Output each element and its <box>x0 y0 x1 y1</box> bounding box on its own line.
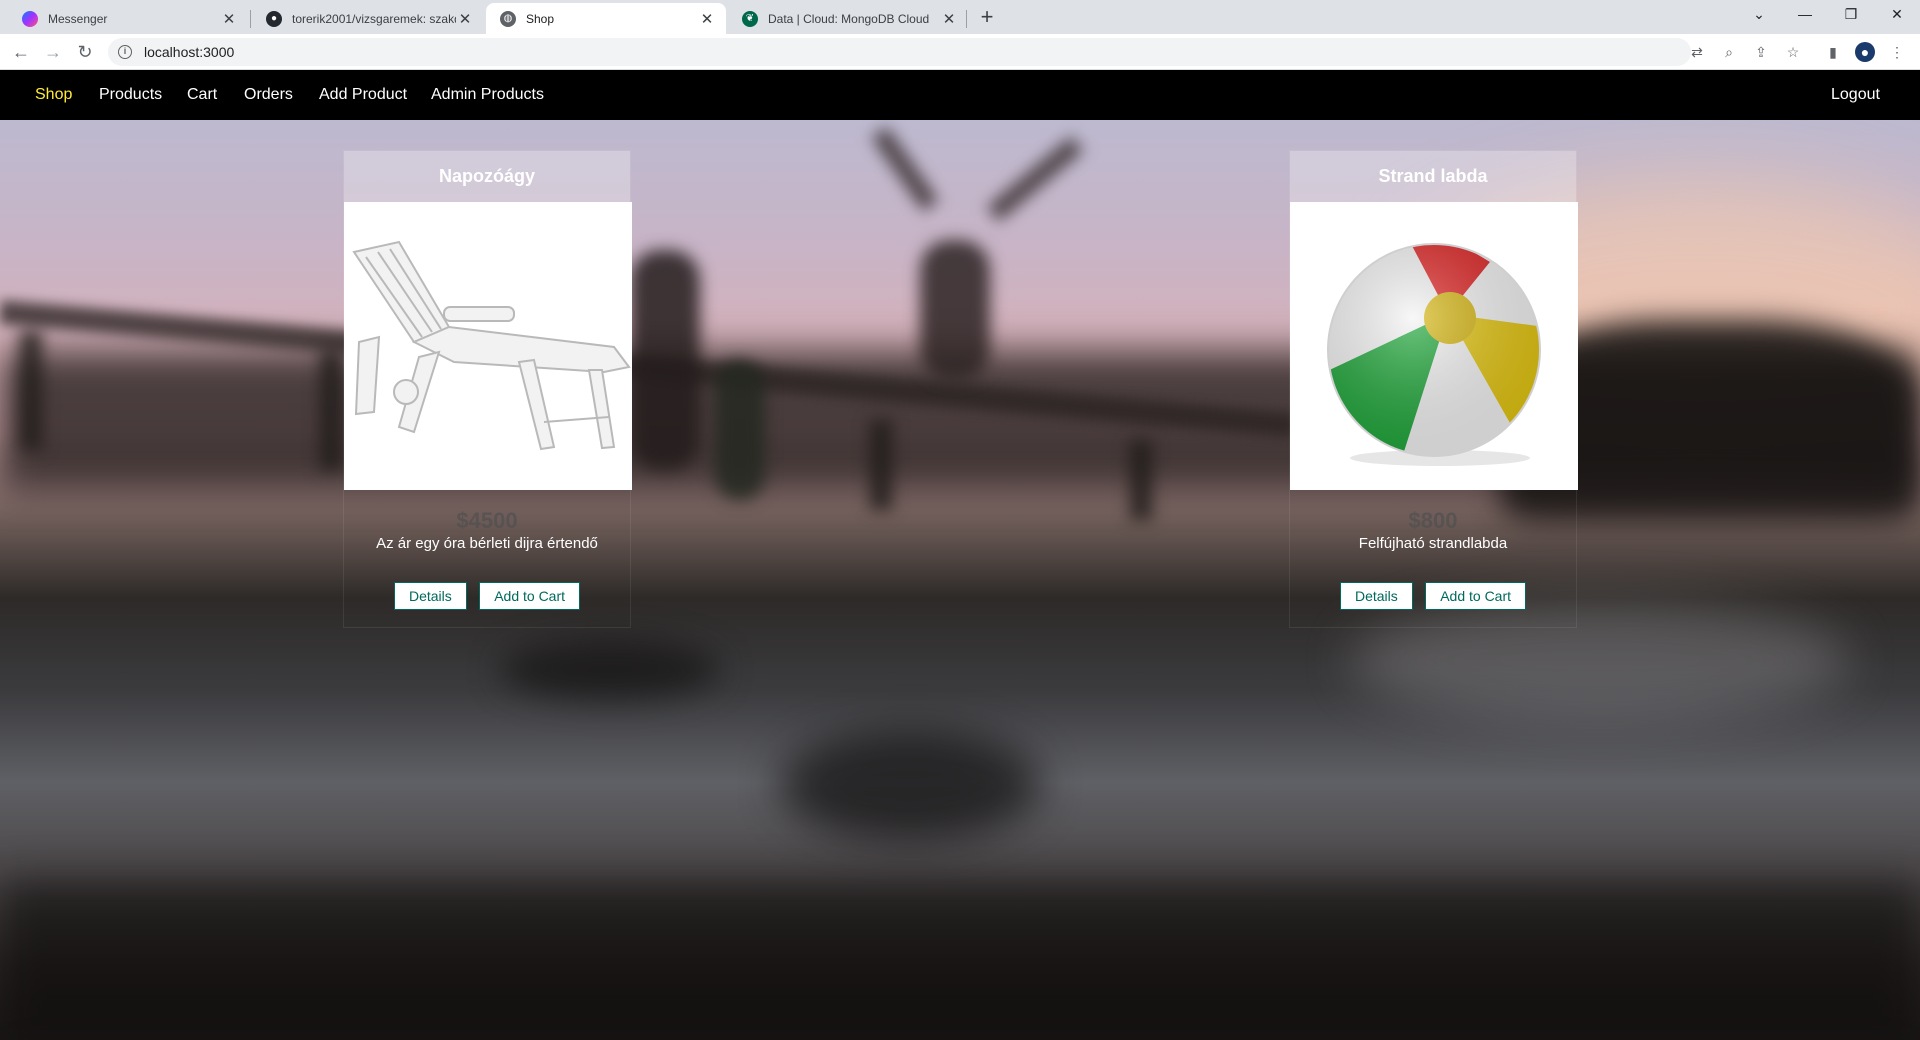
logout-link[interactable]: Logout <box>1831 70 1880 120</box>
new-tab-button[interactable]: + <box>975 6 999 30</box>
close-window-button[interactable]: ✕ <box>1874 0 1920 30</box>
browser-tab-mongodb[interactable]: ❦ Data | Cloud: MongoDB Cloud ✕ <box>728 3 968 34</box>
mongodb-icon: ❦ <box>742 10 758 27</box>
add-to-cart-button[interactable]: Add to Cart <box>479 582 581 610</box>
zoom-icon[interactable]: ⌕ <box>1719 42 1739 62</box>
share-icon[interactable]: ⇪ <box>1751 42 1771 62</box>
product-price: $4500 <box>456 508 518 533</box>
tab-divider <box>966 10 967 28</box>
side-panel-icon[interactable]: ▮ <box>1823 42 1843 62</box>
browser-tab-strip: Messenger ✕ ● torerik2001/vizsgaremek: s… <box>0 0 1920 34</box>
sun-lounger-image <box>344 202 632 490</box>
minimize-button[interactable]: — <box>1782 0 1828 30</box>
close-icon[interactable]: ✕ <box>698 10 716 28</box>
nav-admin-products[interactable]: Admin Products <box>431 70 544 120</box>
translate-icon[interactable]: ⇄ <box>1687 42 1707 62</box>
github-icon: ● <box>266 10 282 27</box>
product-price: $800 <box>1408 508 1458 533</box>
product-actions: Details Add to Cart <box>344 582 630 610</box>
site-navbar: Shop Products Cart Orders Add Product Ad… <box>0 70 1920 120</box>
back-icon[interactable]: ← <box>8 39 34 65</box>
messenger-icon <box>22 10 38 27</box>
tab-title: Data | Cloud: MongoDB Cloud <box>768 11 930 26</box>
site-info-icon[interactable]: i <box>118 45 132 59</box>
tab-title: Shop <box>526 11 555 26</box>
forward-icon[interactable]: → <box>40 39 66 65</box>
browser-tab-messenger[interactable]: Messenger ✕ <box>8 3 248 34</box>
url-text: localhost:3000 <box>144 44 235 60</box>
close-icon[interactable]: ✕ <box>456 10 474 28</box>
browser-toolbar: ← → ↻ i localhost:3000 ⇄ ⌕ ⇪ ☆ ▮ ● ⋮ <box>0 34 1920 70</box>
details-button[interactable]: Details <box>1339 582 1413 610</box>
menu-kebab-icon[interactable]: ⋮ <box>1887 42 1907 62</box>
close-icon[interactable]: ✕ <box>220 10 238 28</box>
globe-icon: ◍ <box>500 10 516 27</box>
tab-title: torerik2001/vizsgaremek: szakdo <box>292 11 456 26</box>
product-title: Napozóágy <box>344 151 630 202</box>
add-to-cart-button[interactable]: Add to Cart <box>1425 582 1527 610</box>
bookmark-star-icon[interactable]: ☆ <box>1783 42 1803 62</box>
background-photo <box>0 120 1920 1040</box>
product-card: Strand labda $800 Felfújható strandlabda… <box>1289 150 1578 628</box>
nav-shop[interactable]: Shop <box>35 70 72 120</box>
product-description: Felfújható strandlabda <box>1358 535 1508 552</box>
product-card: Napozóágy $4500 Az ár egy óra bérleti di… <box>343 150 632 628</box>
reload-icon[interactable]: ↻ <box>72 39 98 65</box>
close-icon[interactable]: ✕ <box>940 10 958 28</box>
product-actions: Details Add to Cart <box>1290 582 1576 610</box>
browser-tab-shop[interactable]: ◍ Shop ✕ <box>486 3 726 34</box>
details-button[interactable]: Details <box>393 582 467 610</box>
nav-cart[interactable]: Cart <box>187 70 217 120</box>
tab-divider <box>250 10 251 28</box>
nav-add-product[interactable]: Add Product <box>319 70 407 120</box>
browser-tab-github[interactable]: ● torerik2001/vizsgaremek: szakdo ✕ <box>252 3 484 34</box>
tab-search-icon[interactable]: ⌄ <box>1736 0 1782 30</box>
restore-button[interactable]: ❐ <box>1828 0 1874 30</box>
tab-title: Messenger <box>48 11 108 26</box>
nav-products[interactable]: Products <box>99 70 162 120</box>
beach-ball-image <box>1290 202 1578 490</box>
product-description: Az ár egy óra bérleti dijra értendő <box>376 535 598 552</box>
address-bar[interactable]: i localhost:3000 <box>108 38 1691 66</box>
profile-avatar[interactable]: ● <box>1855 42 1875 62</box>
nav-orders[interactable]: Orders <box>244 70 293 120</box>
product-title: Strand labda <box>1290 151 1576 202</box>
